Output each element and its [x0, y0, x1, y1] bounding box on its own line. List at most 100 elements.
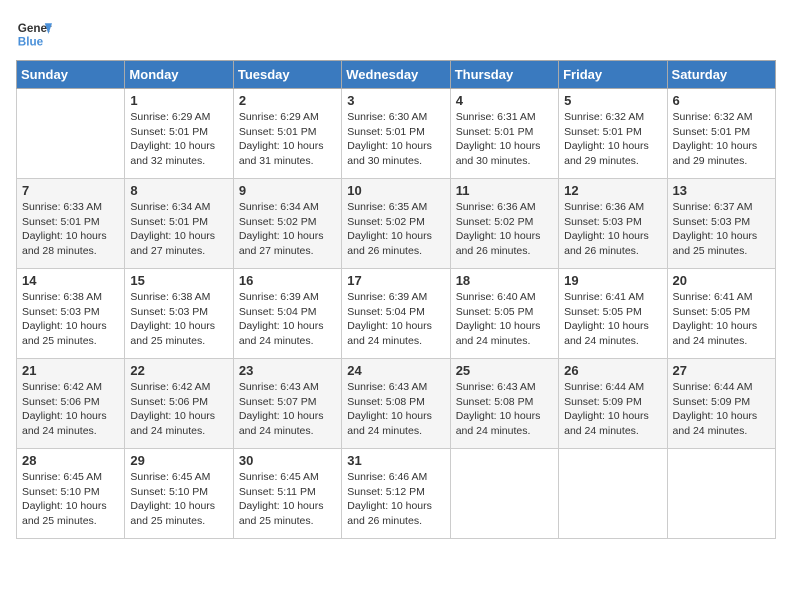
day-cell: 24 Sunrise: 6:43 AMSunset: 5:08 PMDayligh…: [342, 359, 450, 449]
day-info: Sunrise: 6:40 AMSunset: 5:05 PMDaylight:…: [456, 290, 553, 349]
day-number: 25: [456, 363, 553, 378]
day-number: 12: [564, 183, 661, 198]
day-cell: [559, 449, 667, 539]
header-cell-tuesday: Tuesday: [233, 61, 341, 89]
day-number: 7: [22, 183, 119, 198]
day-cell: 21 Sunrise: 6:42 AMSunset: 5:06 PMDayligh…: [17, 359, 125, 449]
day-number: 26: [564, 363, 661, 378]
day-cell: 8 Sunrise: 6:34 AMSunset: 5:01 PMDaylight…: [125, 179, 233, 269]
day-number: 13: [673, 183, 770, 198]
day-number: 16: [239, 273, 336, 288]
day-number: 24: [347, 363, 444, 378]
day-cell: 29 Sunrise: 6:45 AMSunset: 5:10 PMDayligh…: [125, 449, 233, 539]
day-info: Sunrise: 6:39 AMSunset: 5:04 PMDaylight:…: [347, 290, 444, 349]
day-number: 28: [22, 453, 119, 468]
day-cell: 23 Sunrise: 6:43 AMSunset: 5:07 PMDayligh…: [233, 359, 341, 449]
day-info: Sunrise: 6:45 AMSunset: 5:10 PMDaylight:…: [130, 470, 227, 529]
week-row-4: 28 Sunrise: 6:45 AMSunset: 5:10 PMDayligh…: [17, 449, 776, 539]
day-info: Sunrise: 6:34 AMSunset: 5:01 PMDaylight:…: [130, 200, 227, 259]
day-cell: 28Sunrise: 6:45 AMSunset: 5:10 PMDayligh…: [17, 449, 125, 539]
day-number: 22: [130, 363, 227, 378]
day-info: Sunrise: 6:46 AMSunset: 5:12 PMDaylight:…: [347, 470, 444, 529]
day-info: Sunrise: 6:36 AMSunset: 5:03 PMDaylight:…: [564, 200, 661, 259]
calendar-table: SundayMondayTuesdayWednesdayThursdayFrid…: [16, 60, 776, 539]
day-cell: 18 Sunrise: 6:40 AMSunset: 5:05 PMDayligh…: [450, 269, 558, 359]
header-cell-monday: Monday: [125, 61, 233, 89]
day-info: Sunrise: 6:34 AMSunset: 5:02 PMDaylight:…: [239, 200, 336, 259]
day-cell: [17, 89, 125, 179]
day-info: Sunrise: 6:33 AMSunset: 5:01 PMDaylight:…: [22, 200, 119, 259]
week-row-0: 1 Sunrise: 6:29 AMSunset: 5:01 PMDaylight…: [17, 89, 776, 179]
day-cell: 26 Sunrise: 6:44 AMSunset: 5:09 PMDayligh…: [559, 359, 667, 449]
day-info: Sunrise: 6:43 AMSunset: 5:08 PMDaylight:…: [456, 380, 553, 439]
day-number: 5: [564, 93, 661, 108]
day-cell: 11Sunrise: 6:36 AMSunset: 5:02 PMDayligh…: [450, 179, 558, 269]
header-row: SundayMondayTuesdayWednesdayThursdayFrid…: [17, 61, 776, 89]
day-info: Sunrise: 6:38 AMSunset: 5:03 PMDaylight:…: [130, 290, 227, 349]
day-cell: 20Sunrise: 6:41 AMSunset: 5:05 PMDayligh…: [667, 269, 775, 359]
day-cell: 27 Sunrise: 6:44 AMSunset: 5:09 PMDayligh…: [667, 359, 775, 449]
week-row-1: 7 Sunrise: 6:33 AMSunset: 5:01 PMDaylight…: [17, 179, 776, 269]
day-info: Sunrise: 6:45 AMSunset: 5:11 PMDaylight:…: [239, 470, 336, 529]
day-cell: 7 Sunrise: 6:33 AMSunset: 5:01 PMDaylight…: [17, 179, 125, 269]
day-number: 31: [347, 453, 444, 468]
day-cell: 10Sunrise: 6:35 AMSunset: 5:02 PMDayligh…: [342, 179, 450, 269]
day-cell: 31 Sunrise: 6:46 AMSunset: 5:12 PMDayligh…: [342, 449, 450, 539]
day-number: 29: [130, 453, 227, 468]
week-row-2: 14 Sunrise: 6:38 AMSunset: 5:03 PMDayligh…: [17, 269, 776, 359]
day-number: 6: [673, 93, 770, 108]
day-cell: 25 Sunrise: 6:43 AMSunset: 5:08 PMDayligh…: [450, 359, 558, 449]
day-cell: 4Sunrise: 6:31 AMSunset: 5:01 PMDaylight…: [450, 89, 558, 179]
day-info: Sunrise: 6:37 AMSunset: 5:03 PMDaylight:…: [673, 200, 770, 259]
day-cell: 14 Sunrise: 6:38 AMSunset: 5:03 PMDayligh…: [17, 269, 125, 359]
day-cell: 5Sunrise: 6:32 AMSunset: 5:01 PMDaylight…: [559, 89, 667, 179]
day-info: Sunrise: 6:32 AMSunset: 5:01 PMDaylight:…: [673, 110, 770, 169]
header-cell-saturday: Saturday: [667, 61, 775, 89]
day-number: 2: [239, 93, 336, 108]
day-cell: 17 Sunrise: 6:39 AMSunset: 5:04 PMDayligh…: [342, 269, 450, 359]
day-number: 20: [673, 273, 770, 288]
header-cell-thursday: Thursday: [450, 61, 558, 89]
day-number: 17: [347, 273, 444, 288]
day-cell: [450, 449, 558, 539]
day-info: Sunrise: 6:39 AMSunset: 5:04 PMDaylight:…: [239, 290, 336, 349]
day-info: Sunrise: 6:38 AMSunset: 5:03 PMDaylight:…: [22, 290, 119, 349]
day-number: 8: [130, 183, 227, 198]
day-number: 30: [239, 453, 336, 468]
day-info: Sunrise: 6:31 AMSunset: 5:01 PMDaylight:…: [456, 110, 553, 169]
day-info: Sunrise: 6:43 AMSunset: 5:08 PMDaylight:…: [347, 380, 444, 439]
day-info: Sunrise: 6:30 AMSunset: 5:01 PMDaylight:…: [347, 110, 444, 169]
day-cell: 19 Sunrise: 6:41 AMSunset: 5:05 PMDayligh…: [559, 269, 667, 359]
day-number: 18: [456, 273, 553, 288]
day-cell: 16 Sunrise: 6:39 AMSunset: 5:04 PMDayligh…: [233, 269, 341, 359]
day-cell: 1 Sunrise: 6:29 AMSunset: 5:01 PMDaylight…: [125, 89, 233, 179]
day-cell: 3 Sunrise: 6:30 AMSunset: 5:01 PMDaylight…: [342, 89, 450, 179]
day-info: Sunrise: 6:43 AMSunset: 5:07 PMDaylight:…: [239, 380, 336, 439]
day-number: 15: [130, 273, 227, 288]
day-info: Sunrise: 6:29 AMSunset: 5:01 PMDaylight:…: [130, 110, 227, 169]
day-number: 27: [673, 363, 770, 378]
day-cell: 12 Sunrise: 6:36 AMSunset: 5:03 PMDayligh…: [559, 179, 667, 269]
day-info: Sunrise: 6:44 AMSunset: 5:09 PMDaylight:…: [564, 380, 661, 439]
day-info: Sunrise: 6:44 AMSunset: 5:09 PMDaylight:…: [673, 380, 770, 439]
day-number: 14: [22, 273, 119, 288]
day-number: 19: [564, 273, 661, 288]
day-cell: [667, 449, 775, 539]
day-number: 23: [239, 363, 336, 378]
day-number: 21: [22, 363, 119, 378]
day-number: 11: [456, 183, 553, 198]
logo-icon: General Blue: [16, 16, 52, 52]
day-info: Sunrise: 6:29 AMSunset: 5:01 PMDaylight:…: [239, 110, 336, 169]
day-cell: 2 Sunrise: 6:29 AMSunset: 5:01 PMDaylight…: [233, 89, 341, 179]
day-info: Sunrise: 6:41 AMSunset: 5:05 PMDaylight:…: [564, 290, 661, 349]
day-info: Sunrise: 6:42 AMSunset: 5:06 PMDaylight:…: [130, 380, 227, 439]
week-row-3: 21 Sunrise: 6:42 AMSunset: 5:06 PMDayligh…: [17, 359, 776, 449]
day-number: 1: [130, 93, 227, 108]
day-cell: 22 Sunrise: 6:42 AMSunset: 5:06 PMDayligh…: [125, 359, 233, 449]
day-info: Sunrise: 6:42 AMSunset: 5:06 PMDaylight:…: [22, 380, 119, 439]
header-cell-sunday: Sunday: [17, 61, 125, 89]
day-number: 10: [347, 183, 444, 198]
header-cell-friday: Friday: [559, 61, 667, 89]
header-cell-wednesday: Wednesday: [342, 61, 450, 89]
day-number: 3: [347, 93, 444, 108]
